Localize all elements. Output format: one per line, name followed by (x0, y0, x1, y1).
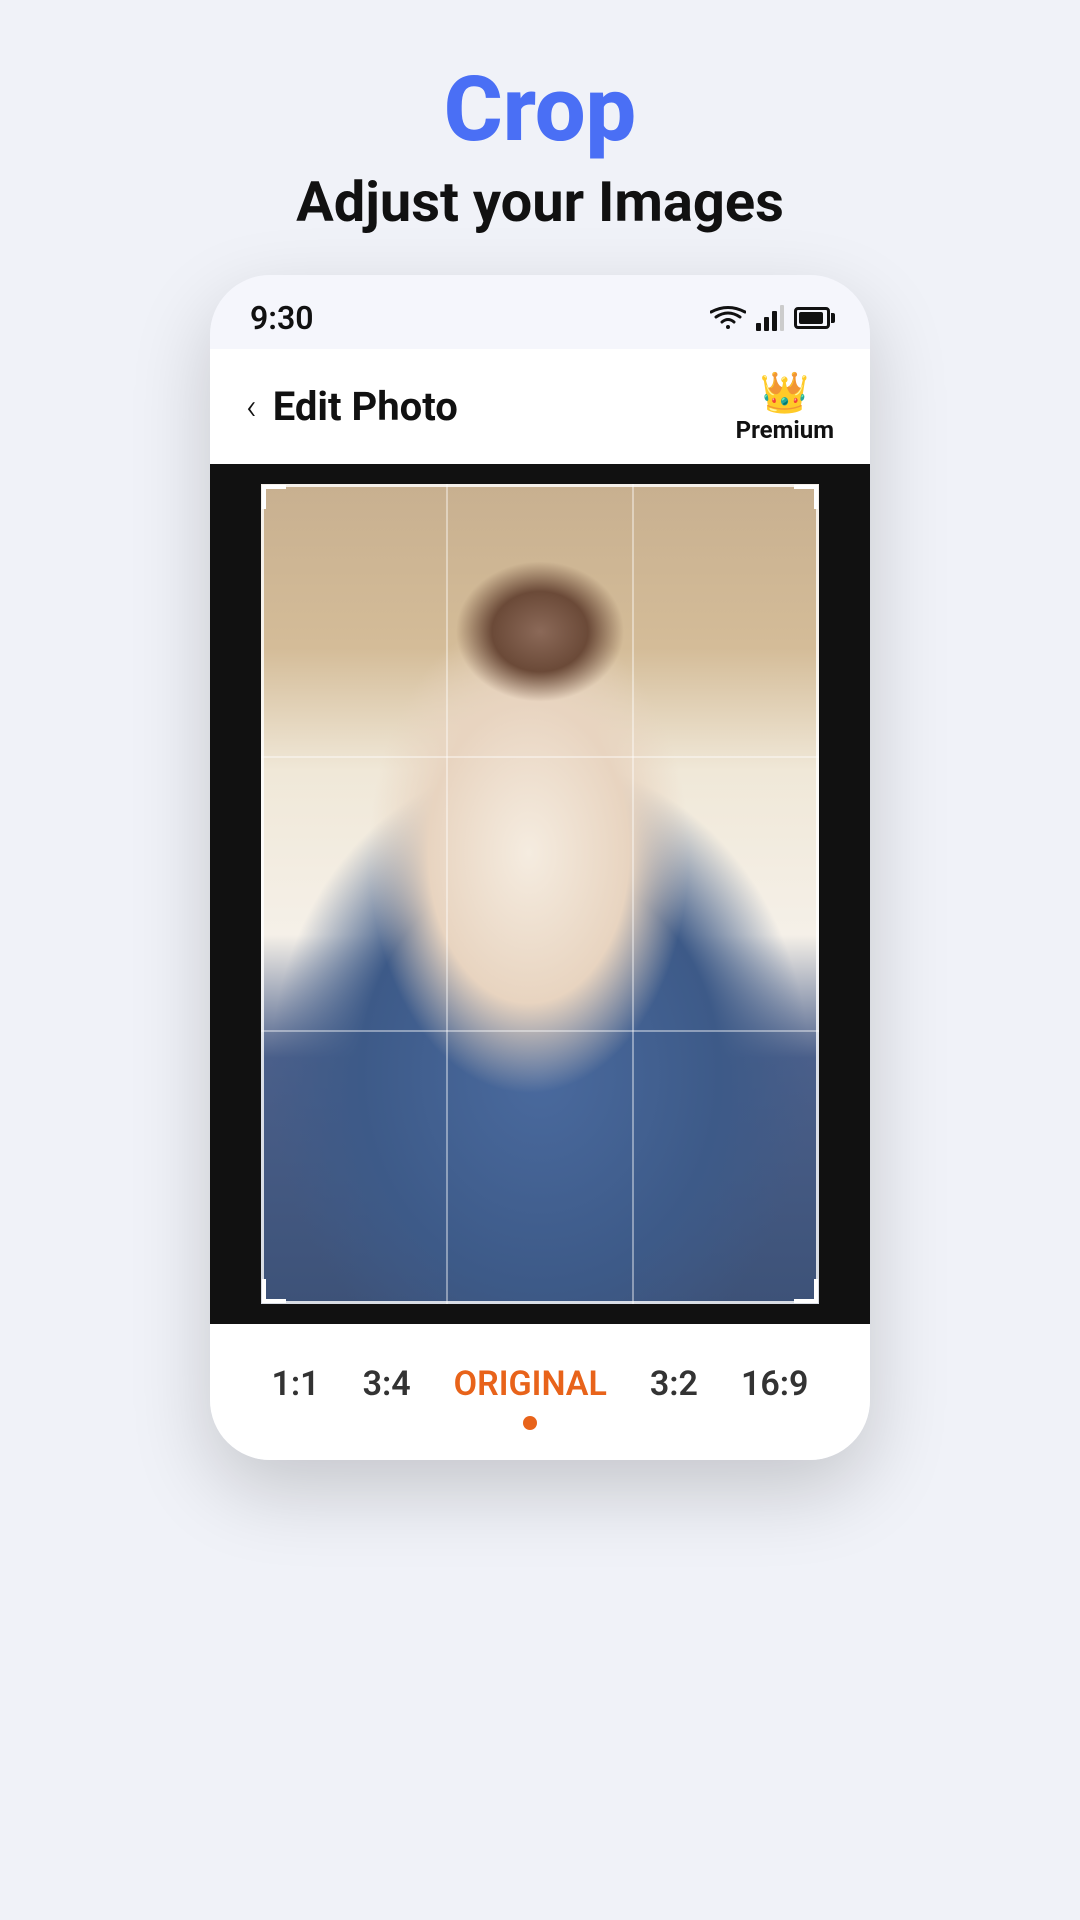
ratio-item-3-4[interactable]: 3:4 (343, 1354, 431, 1440)
ratio-bar: 1:1 3:4 ORIGINAL 3:2 16:9 (210, 1324, 870, 1460)
back-arrow-icon: ‹ (246, 386, 257, 428)
ratio-item-3-2[interactable]: 3:2 (630, 1354, 718, 1440)
ratio-item-16-9[interactable]: 16:9 (721, 1354, 829, 1440)
premium-label: Premium (736, 416, 834, 444)
ratio-label-original: ORIGINAL (454, 1364, 607, 1404)
status-icons (710, 305, 830, 331)
header-title: Edit Photo (273, 383, 458, 430)
page-subtitle: Adjust your Images (296, 169, 784, 235)
photo-figure (261, 484, 819, 1304)
page-header: Crop Adjust your Images (296, 60, 784, 235)
photo-image (261, 484, 819, 1304)
photo-container[interactable] (261, 484, 819, 1304)
ratio-label-3-4: 3:4 (363, 1364, 411, 1404)
ratio-item-original[interactable]: ORIGINAL (434, 1354, 627, 1440)
status-time: 9:30 (250, 299, 314, 337)
status-bar: 9:30 (210, 275, 870, 349)
ratio-item-1-1[interactable]: 1:1 (251, 1354, 339, 1440)
premium-button[interactable]: 👑 Premium (736, 369, 834, 444)
ratio-dot-original (523, 1416, 537, 1430)
page-title: Crop (296, 60, 784, 159)
ratio-options: 1:1 3:4 ORIGINAL 3:2 16:9 (230, 1354, 850, 1440)
app-header: ‹ Edit Photo 👑 Premium (210, 349, 870, 464)
phone-shell: 9:30 ‹ Edit Photo � (210, 275, 870, 1460)
ratio-label-16-9: 16:9 (741, 1364, 809, 1404)
back-button[interactable]: ‹ Edit Photo (246, 383, 458, 430)
crown-icon: 👑 (760, 369, 810, 416)
ratio-label-3-2: 3:2 (650, 1364, 698, 1404)
wifi-icon (710, 305, 746, 331)
ratio-label-1-1: 1:1 (271, 1364, 319, 1404)
signal-icon (756, 305, 784, 331)
photo-area (210, 464, 870, 1324)
battery-icon (794, 307, 830, 329)
